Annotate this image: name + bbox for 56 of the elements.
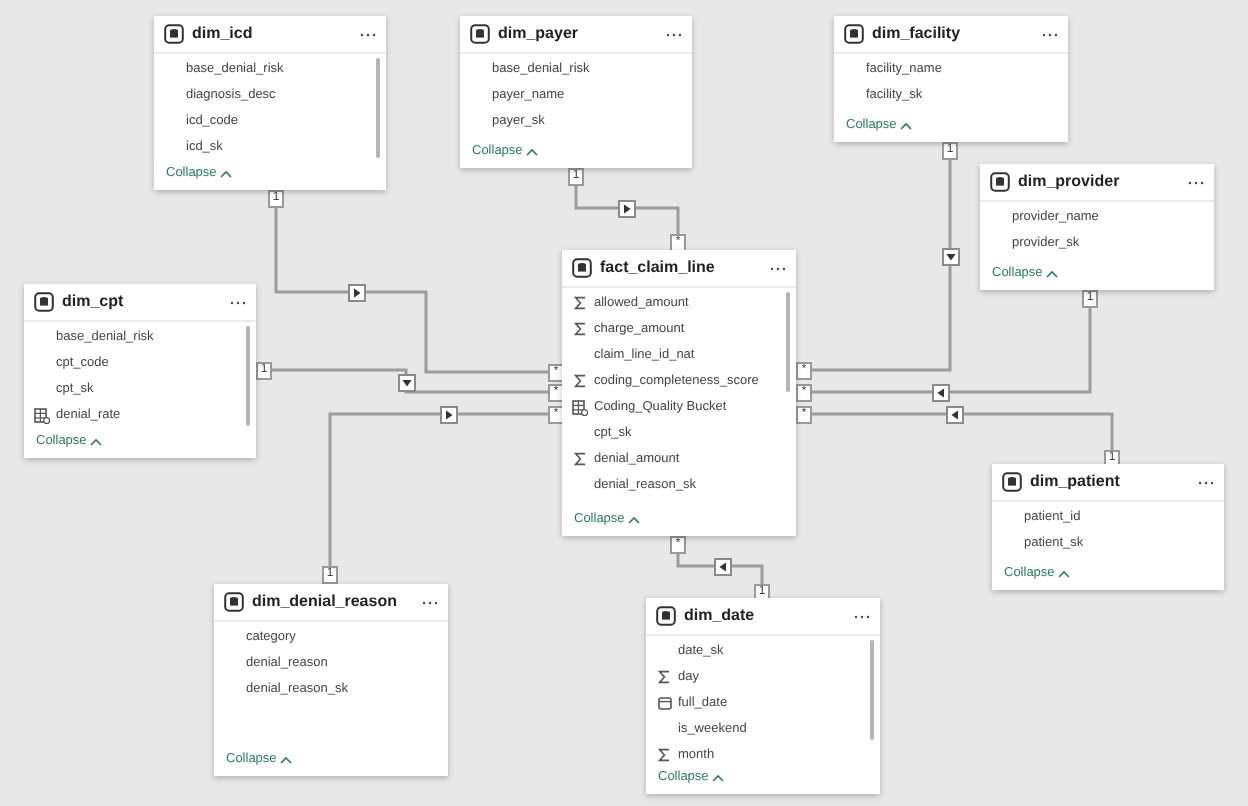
more-icon[interactable]: [360, 31, 376, 37]
table-name: dim_facility: [872, 22, 961, 46]
caret-icon: [1058, 570, 1071, 579]
relationship-line: [676, 552, 764, 584]
scrollbar[interactable]: [870, 640, 874, 740]
more-icon[interactable]: [770, 265, 786, 271]
table-name: dim_patient: [1030, 470, 1120, 494]
caret-icon: [900, 122, 913, 131]
table-name: dim_payer: [498, 22, 579, 46]
table-icon: [34, 292, 54, 312]
filter-arrow-icon[interactable]: [347, 283, 365, 301]
caret-icon: [280, 756, 293, 765]
table-icon: [470, 24, 490, 44]
caret-icon: [628, 516, 641, 525]
caret-icon: [526, 148, 539, 157]
filter-arrow-icon[interactable]: [931, 383, 949, 401]
more-icon[interactable]: [230, 299, 246, 305]
table-name: dim_cpt: [62, 290, 124, 314]
caret-icon: [1046, 270, 1059, 279]
table-name: dim_denial_reason: [252, 590, 397, 614]
table-icon: [656, 606, 676, 626]
table-icon: [164, 24, 184, 44]
sigma-icon: [574, 452, 586, 466]
more-icon[interactable]: [666, 31, 682, 37]
caret-icon: [712, 774, 725, 783]
table-icon: [572, 258, 592, 278]
filter-arrow-icon[interactable]: [617, 199, 635, 217]
more-icon[interactable]: [422, 599, 438, 605]
calculated-column-icon: [34, 407, 50, 423]
scrollbar[interactable]: [246, 326, 250, 426]
filter-arrow-icon[interactable]: [397, 373, 415, 391]
calendar-icon: [657, 696, 671, 710]
table-name: dim_date: [684, 604, 755, 628]
calculated-column-icon: [572, 399, 588, 415]
table-icon: [1002, 472, 1022, 492]
caret-icon: [90, 438, 103, 447]
table-icon: [990, 172, 1010, 192]
table-name: dim_provider: [1018, 170, 1120, 194]
scrollbar[interactable]: [376, 58, 380, 158]
table-name: fact_claim_line: [600, 256, 715, 280]
caret-icon: [220, 170, 233, 179]
more-icon[interactable]: [1198, 479, 1214, 485]
table-name: dim_icd: [192, 22, 253, 46]
filter-arrow-icon[interactable]: [439, 405, 457, 423]
more-icon[interactable]: [1188, 179, 1204, 185]
more-icon[interactable]: [1042, 31, 1058, 37]
table-icon: [844, 24, 864, 44]
filter-arrow-icon[interactable]: [713, 557, 731, 575]
table-icon: [224, 592, 244, 612]
sigma-icon: [574, 374, 586, 388]
more-icon[interactable]: [854, 613, 870, 619]
sigma-icon: [658, 748, 670, 762]
scrollbar[interactable]: [786, 292, 790, 392]
sigma-icon: [658, 670, 670, 684]
filter-arrow-icon[interactable]: [941, 247, 959, 265]
filter-arrow-icon[interactable]: [945, 405, 963, 423]
